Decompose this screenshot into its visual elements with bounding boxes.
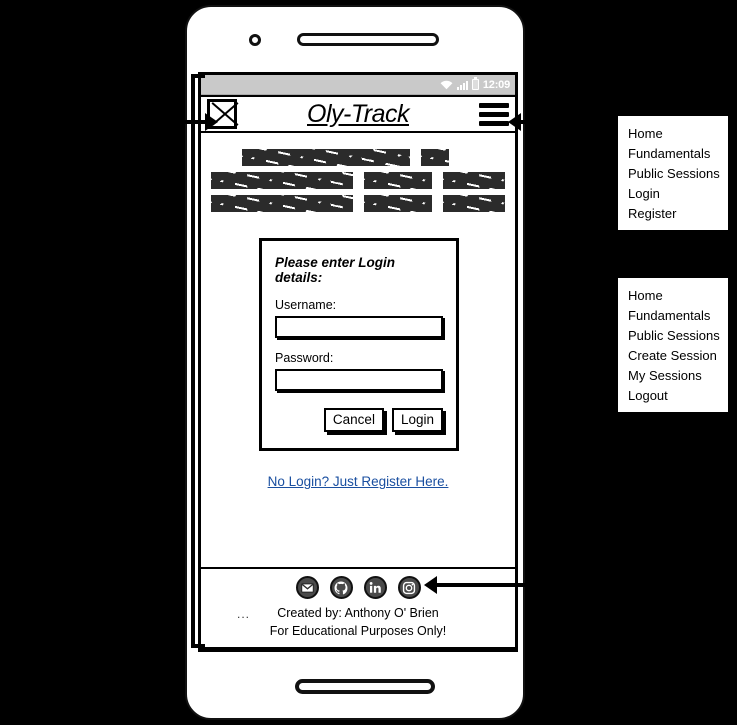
app-bar: Oly-Track — [201, 95, 515, 133]
hamburger-bar-2 — [479, 111, 509, 117]
social-annotation-arrow-line — [432, 583, 737, 587]
screen-bracket-top-cap — [191, 74, 205, 78]
menu-item-register[interactable]: Register — [618, 203, 728, 223]
hamburger-menu-icon[interactable] — [479, 102, 509, 126]
password-input[interactable] — [275, 369, 443, 391]
register-link-container: No Login? Just Register Here. — [201, 473, 515, 491]
guest-navigation-menu: Home Fundamentals Public Sessions Login … — [616, 114, 730, 232]
placeholder-text-block — [201, 133, 515, 224]
menu-item-logout[interactable]: Logout — [618, 385, 728, 405]
menu-annotation-arrow-line — [516, 120, 620, 124]
menu-item-create-session[interactable]: Create Session — [618, 345, 728, 365]
social-annotation-arrowhead — [424, 576, 437, 594]
screen-bracket-bottom-cap — [191, 644, 205, 648]
hamburger-bar-3 — [479, 120, 509, 126]
placeholder-line — [211, 149, 505, 166]
social-links-row — [201, 576, 515, 599]
status-bar-time: 12:09 — [482, 78, 510, 91]
phone-home-button[interactable] — [295, 679, 435, 694]
linkedin-icon[interactable] — [363, 576, 387, 599]
footer-purpose-line: For Educational Purposes Only! — [269, 624, 447, 639]
menu-item-home[interactable]: Home — [618, 285, 728, 305]
placeholder-line — [211, 195, 506, 212]
hamburger-bar-1 — [479, 102, 509, 108]
app-footer: ... Created by: Anthony O' Brien For Edu… — [201, 567, 515, 649]
phone-screen: 12:09 Oly-Track Please enter Login detai… — [198, 72, 518, 652]
placeholder-line — [211, 172, 506, 189]
status-bar: 12:09 — [201, 75, 515, 95]
menu-item-public-sessions[interactable]: Public Sessions — [618, 163, 728, 183]
menu-item-my-sessions[interactable]: My Sessions — [618, 365, 728, 385]
username-label: Username: — [275, 298, 337, 312]
menu-item-fundamentals[interactable]: Fundamentals — [618, 143, 728, 163]
cellular-signal-icon — [456, 80, 468, 90]
login-form-actions: Cancel Login — [275, 408, 443, 432]
phone-camera-icon — [249, 34, 261, 46]
menu-item-fundamentals[interactable]: Fundamentals — [618, 305, 728, 325]
user-navigation-menu: Home Fundamentals Public Sessions Create… — [616, 276, 730, 414]
login-button[interactable]: Login — [391, 408, 443, 432]
cancel-button[interactable]: Cancel — [323, 408, 384, 432]
menu-item-home[interactable]: Home — [618, 123, 728, 143]
instagram-icon[interactable] — [397, 576, 421, 599]
register-link[interactable]: No Login? Just Register Here. — [268, 474, 449, 489]
login-form-heading: Please enter Login details: — [275, 255, 396, 285]
footer-ellipsis: ... — [237, 607, 251, 621]
menu-annotation-arrowhead — [508, 113, 521, 131]
email-icon[interactable] — [295, 576, 319, 599]
username-input[interactable] — [275, 316, 443, 338]
login-form-card: Please enter Login details: Username: Pa… — [259, 238, 459, 451]
wifi-icon — [440, 80, 453, 90]
menu-item-login[interactable]: Login — [618, 183, 728, 203]
battery-icon — [471, 77, 479, 90]
screen-bracket-annotation — [191, 74, 195, 648]
logo-annotation-arrowhead — [205, 113, 218, 131]
github-icon[interactable] — [329, 576, 353, 599]
app-title: Oly-Track — [307, 99, 409, 128]
menu-item-public-sessions[interactable]: Public Sessions — [618, 325, 728, 345]
phone-speaker-icon — [297, 33, 439, 46]
password-label: Password: — [275, 351, 334, 365]
